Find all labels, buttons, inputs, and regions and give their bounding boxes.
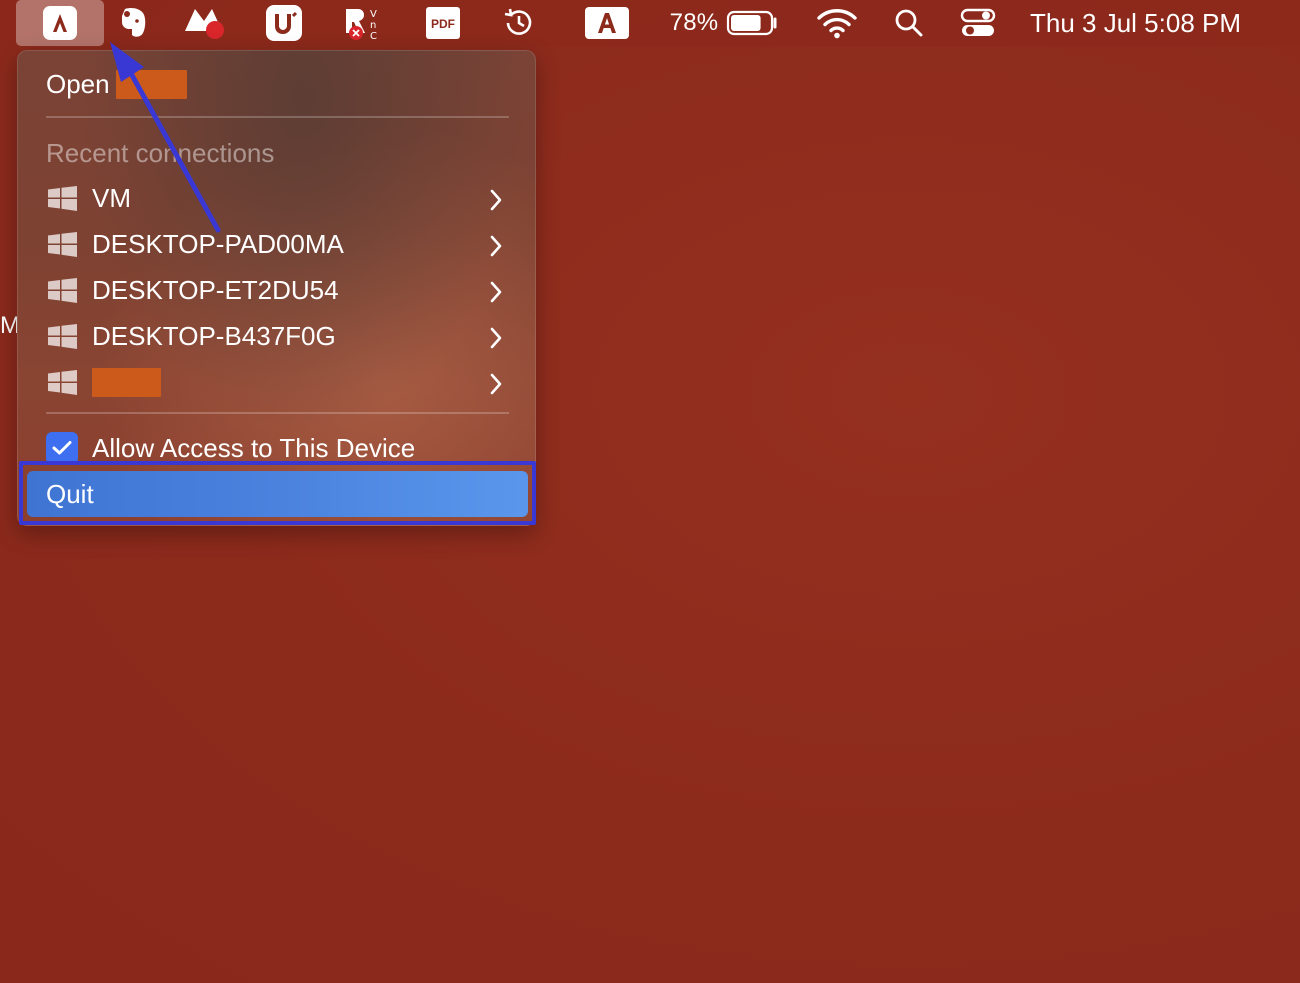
chevron-right-icon [489, 325, 503, 356]
windows-icon [48, 185, 77, 211]
redacted-text [92, 367, 161, 397]
redacted-text [115, 69, 187, 99]
chevron-right-icon [489, 233, 503, 264]
allow-access-checkbox[interactable] [46, 432, 78, 464]
connection-item-desktop-b437f0g[interactable]: DESKTOP-B437F0G [17, 314, 536, 358]
svg-text:n: n [370, 20, 376, 31]
allow-access-label: Allow Access to This Device [92, 432, 416, 463]
connection-item-desktop-et2du54[interactable]: DESKTOP-ET2DU54 [17, 268, 536, 312]
svg-text:C: C [370, 31, 377, 42]
chevron-right-icon [489, 279, 503, 310]
connection-name: VM [92, 182, 131, 213]
control-center-icon [960, 7, 996, 39]
menubar-battery[interactable] [726, 0, 780, 46]
windows-icon [48, 277, 77, 303]
evernote-elephant-icon [117, 5, 149, 41]
menubar-pdf[interactable]: PDF [424, 0, 462, 46]
open-label: Open [46, 68, 110, 99]
menubar-wifi[interactable] [816, 0, 858, 46]
recent-connections-header: Recent connections [46, 138, 275, 168]
windows-icon [48, 231, 77, 257]
menubar-evernote[interactable] [114, 0, 152, 46]
checkmark-icon [52, 441, 72, 455]
menu-bar: V n C PDF 78% Thu 3 Jul 5:08 PM [0, 0, 1300, 46]
chevron-right-icon [489, 371, 503, 402]
svg-text:V: V [370, 9, 377, 20]
menu-divider [46, 116, 509, 118]
connection-name: DESKTOP-B437F0G [92, 320, 336, 351]
windows-icon [48, 369, 77, 395]
open-menu-item[interactable]: Open [17, 62, 536, 106]
menubar-vpn[interactable]: V n C [342, 0, 384, 46]
input-source-a-icon [584, 6, 630, 40]
menubar-clock[interactable]: Thu 3 Jul 5:08 PM [1030, 0, 1270, 46]
battery-icon [726, 10, 780, 36]
windows-icon [48, 323, 77, 349]
menubar-u-app[interactable] [264, 0, 304, 46]
menubar-time-machine[interactable] [500, 0, 538, 46]
connection-item-vm[interactable]: VM [17, 176, 536, 220]
connection-name: DESKTOP-ET2DU54 [92, 274, 339, 305]
app-dropdown-menu: Open Recent connections VM DESKTOP-PAD00… [17, 50, 536, 526]
wifi-icon [817, 7, 857, 39]
u-app-icon [265, 4, 303, 42]
annotation-highlight-box [19, 461, 536, 525]
menu-divider [46, 412, 509, 414]
connection-item-redacted[interactable] [17, 360, 536, 404]
app-a-icon [42, 5, 78, 41]
battery-percentage[interactable]: 78% [666, 0, 722, 46]
svg-text:PDF: PDF [431, 17, 455, 31]
menubar-control-center[interactable] [958, 0, 998, 46]
vpn-disconnected-icon: V n C [342, 3, 384, 43]
connection-name: DESKTOP-PAD00MA [92, 228, 344, 259]
record-icon [182, 3, 228, 43]
chevron-right-icon [489, 187, 503, 218]
menubar-recorder[interactable] [182, 0, 228, 46]
menubar-input-source[interactable] [584, 0, 630, 46]
menubar-spotlight[interactable] [892, 0, 926, 46]
pdf-icon: PDF [425, 5, 461, 41]
connection-item-desktop-pad00ma[interactable]: DESKTOP-PAD00MA [17, 222, 536, 266]
time-machine-icon [502, 6, 536, 40]
search-icon [894, 8, 924, 38]
menubar-app-a[interactable] [16, 0, 104, 46]
